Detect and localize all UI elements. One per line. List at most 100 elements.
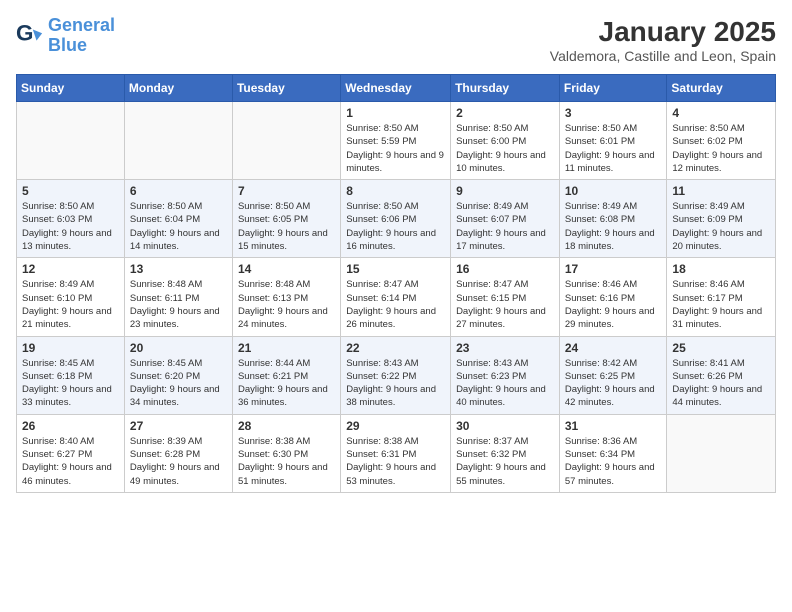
- calendar-day-cell: 24 Sunrise: 8:42 AMSunset: 6:25 PMDaylig…: [559, 336, 667, 414]
- calendar-day-cell: 6 Sunrise: 8:50 AMSunset: 6:04 PMDayligh…: [124, 180, 232, 258]
- month-year-title: January 2025: [550, 16, 776, 48]
- calendar-day-cell: 15 Sunrise: 8:47 AMSunset: 6:14 PMDaylig…: [341, 258, 451, 336]
- title-area: January 2025 Valdemora, Castille and Leo…: [550, 16, 776, 64]
- day-number: 6: [130, 184, 227, 198]
- calendar-day-cell: 26 Sunrise: 8:40 AMSunset: 6:27 PMDaylig…: [17, 414, 125, 492]
- calendar-day-cell: 9 Sunrise: 8:49 AMSunset: 6:07 PMDayligh…: [451, 180, 560, 258]
- calendar-day-cell: 10 Sunrise: 8:49 AMSunset: 6:08 PMDaylig…: [559, 180, 667, 258]
- calendar-day-cell: 17 Sunrise: 8:46 AMSunset: 6:16 PMDaylig…: [559, 258, 667, 336]
- day-number: 17: [565, 262, 662, 276]
- day-number: 21: [238, 341, 335, 355]
- day-number: 28: [238, 419, 335, 433]
- calendar-day-cell: 13 Sunrise: 8:48 AMSunset: 6:11 PMDaylig…: [124, 258, 232, 336]
- day-detail: Sunrise: 8:47 AMSunset: 6:14 PMDaylight:…: [346, 279, 436, 330]
- day-detail: Sunrise: 8:39 AMSunset: 6:28 PMDaylight:…: [130, 436, 220, 487]
- calendar-body: 1 Sunrise: 8:50 AMSunset: 5:59 PMDayligh…: [17, 102, 776, 493]
- day-detail: Sunrise: 8:48 AMSunset: 6:13 PMDaylight:…: [238, 279, 328, 330]
- day-number: 31: [565, 419, 662, 433]
- calendar-day-cell: [124, 102, 232, 180]
- day-detail: Sunrise: 8:40 AMSunset: 6:27 PMDaylight:…: [22, 436, 112, 487]
- calendar-day-cell: [667, 414, 776, 492]
- calendar-week-row: 5 Sunrise: 8:50 AMSunset: 6:03 PMDayligh…: [17, 180, 776, 258]
- day-number: 13: [130, 262, 227, 276]
- day-number: 18: [672, 262, 770, 276]
- logo-text: General Blue: [48, 16, 115, 56]
- day-detail: Sunrise: 8:45 AMSunset: 6:18 PMDaylight:…: [22, 358, 112, 409]
- weekday-header-sunday: Sunday: [17, 75, 125, 102]
- day-number: 30: [456, 419, 554, 433]
- calendar-day-cell: 14 Sunrise: 8:48 AMSunset: 6:13 PMDaylig…: [232, 258, 340, 336]
- calendar-day-cell: 20 Sunrise: 8:45 AMSunset: 6:20 PMDaylig…: [124, 336, 232, 414]
- day-number: 9: [456, 184, 554, 198]
- day-detail: Sunrise: 8:46 AMSunset: 6:17 PMDaylight:…: [672, 279, 762, 330]
- day-detail: Sunrise: 8:50 AMSunset: 6:00 PMDaylight:…: [456, 123, 546, 174]
- day-number: 11: [672, 184, 770, 198]
- day-number: 15: [346, 262, 445, 276]
- day-detail: Sunrise: 8:36 AMSunset: 6:34 PMDaylight:…: [565, 436, 655, 487]
- day-detail: Sunrise: 8:43 AMSunset: 6:22 PMDaylight:…: [346, 358, 436, 409]
- day-detail: Sunrise: 8:45 AMSunset: 6:20 PMDaylight:…: [130, 358, 220, 409]
- calendar-week-row: 19 Sunrise: 8:45 AMSunset: 6:18 PMDaylig…: [17, 336, 776, 414]
- calendar-day-cell: [17, 102, 125, 180]
- day-detail: Sunrise: 8:49 AMSunset: 6:09 PMDaylight:…: [672, 201, 762, 252]
- day-detail: Sunrise: 8:49 AMSunset: 6:08 PMDaylight:…: [565, 201, 655, 252]
- day-detail: Sunrise: 8:50 AMSunset: 6:04 PMDaylight:…: [130, 201, 220, 252]
- weekday-header-tuesday: Tuesday: [232, 75, 340, 102]
- calendar-day-cell: 16 Sunrise: 8:47 AMSunset: 6:15 PMDaylig…: [451, 258, 560, 336]
- day-detail: Sunrise: 8:50 AMSunset: 6:06 PMDaylight:…: [346, 201, 436, 252]
- day-detail: Sunrise: 8:50 AMSunset: 6:03 PMDaylight:…: [22, 201, 112, 252]
- calendar-day-cell: 28 Sunrise: 8:38 AMSunset: 6:30 PMDaylig…: [232, 414, 340, 492]
- calendar-day-cell: [232, 102, 340, 180]
- day-detail: Sunrise: 8:43 AMSunset: 6:23 PMDaylight:…: [456, 358, 546, 409]
- calendar-day-cell: 29 Sunrise: 8:38 AMSunset: 6:31 PMDaylig…: [341, 414, 451, 492]
- day-number: 16: [456, 262, 554, 276]
- day-detail: Sunrise: 8:50 AMSunset: 6:02 PMDaylight:…: [672, 123, 762, 174]
- calendar-table: SundayMondayTuesdayWednesdayThursdayFrid…: [16, 74, 776, 493]
- day-detail: Sunrise: 8:50 AMSunset: 5:59 PMDaylight:…: [346, 123, 444, 174]
- weekday-header-saturday: Saturday: [667, 75, 776, 102]
- day-detail: Sunrise: 8:50 AMSunset: 6:05 PMDaylight:…: [238, 201, 328, 252]
- calendar-day-cell: 23 Sunrise: 8:43 AMSunset: 6:23 PMDaylig…: [451, 336, 560, 414]
- day-detail: Sunrise: 8:49 AMSunset: 6:07 PMDaylight:…: [456, 201, 546, 252]
- day-number: 12: [22, 262, 119, 276]
- day-detail: Sunrise: 8:49 AMSunset: 6:10 PMDaylight:…: [22, 279, 112, 330]
- logo: G General Blue: [16, 16, 115, 56]
- day-detail: Sunrise: 8:44 AMSunset: 6:21 PMDaylight:…: [238, 358, 328, 409]
- calendar-day-cell: 7 Sunrise: 8:50 AMSunset: 6:05 PMDayligh…: [232, 180, 340, 258]
- location-subtitle: Valdemora, Castille and Leon, Spain: [550, 48, 776, 64]
- calendar-week-row: 26 Sunrise: 8:40 AMSunset: 6:27 PMDaylig…: [17, 414, 776, 492]
- calendar-day-cell: 30 Sunrise: 8:37 AMSunset: 6:32 PMDaylig…: [451, 414, 560, 492]
- day-detail: Sunrise: 8:41 AMSunset: 6:26 PMDaylight:…: [672, 358, 762, 409]
- weekday-header-monday: Monday: [124, 75, 232, 102]
- calendar-day-cell: 1 Sunrise: 8:50 AMSunset: 5:59 PMDayligh…: [341, 102, 451, 180]
- day-number: 23: [456, 341, 554, 355]
- day-number: 10: [565, 184, 662, 198]
- day-number: 29: [346, 419, 445, 433]
- day-number: 2: [456, 106, 554, 120]
- day-detail: Sunrise: 8:50 AMSunset: 6:01 PMDaylight:…: [565, 123, 655, 174]
- day-number: 27: [130, 419, 227, 433]
- weekday-header-row: SundayMondayTuesdayWednesdayThursdayFrid…: [17, 75, 776, 102]
- day-detail: Sunrise: 8:37 AMSunset: 6:32 PMDaylight:…: [456, 436, 546, 487]
- day-detail: Sunrise: 8:38 AMSunset: 6:30 PMDaylight:…: [238, 436, 328, 487]
- calendar-day-cell: 25 Sunrise: 8:41 AMSunset: 6:26 PMDaylig…: [667, 336, 776, 414]
- calendar-week-row: 1 Sunrise: 8:50 AMSunset: 5:59 PMDayligh…: [17, 102, 776, 180]
- day-number: 25: [672, 341, 770, 355]
- weekday-header-wednesday: Wednesday: [341, 75, 451, 102]
- day-number: 19: [22, 341, 119, 355]
- day-detail: Sunrise: 8:47 AMSunset: 6:15 PMDaylight:…: [456, 279, 546, 330]
- weekday-header-friday: Friday: [559, 75, 667, 102]
- day-number: 8: [346, 184, 445, 198]
- day-number: 22: [346, 341, 445, 355]
- day-number: 1: [346, 106, 445, 120]
- calendar-day-cell: 3 Sunrise: 8:50 AMSunset: 6:01 PMDayligh…: [559, 102, 667, 180]
- day-number: 3: [565, 106, 662, 120]
- day-number: 14: [238, 262, 335, 276]
- day-number: 24: [565, 341, 662, 355]
- calendar-day-cell: 18 Sunrise: 8:46 AMSunset: 6:17 PMDaylig…: [667, 258, 776, 336]
- day-number: 7: [238, 184, 335, 198]
- calendar-day-cell: 2 Sunrise: 8:50 AMSunset: 6:00 PMDayligh…: [451, 102, 560, 180]
- page-header: G General Blue January 2025 Valdemora, C…: [16, 16, 776, 64]
- logo-icon: G: [16, 22, 44, 50]
- calendar-day-cell: 4 Sunrise: 8:50 AMSunset: 6:02 PMDayligh…: [667, 102, 776, 180]
